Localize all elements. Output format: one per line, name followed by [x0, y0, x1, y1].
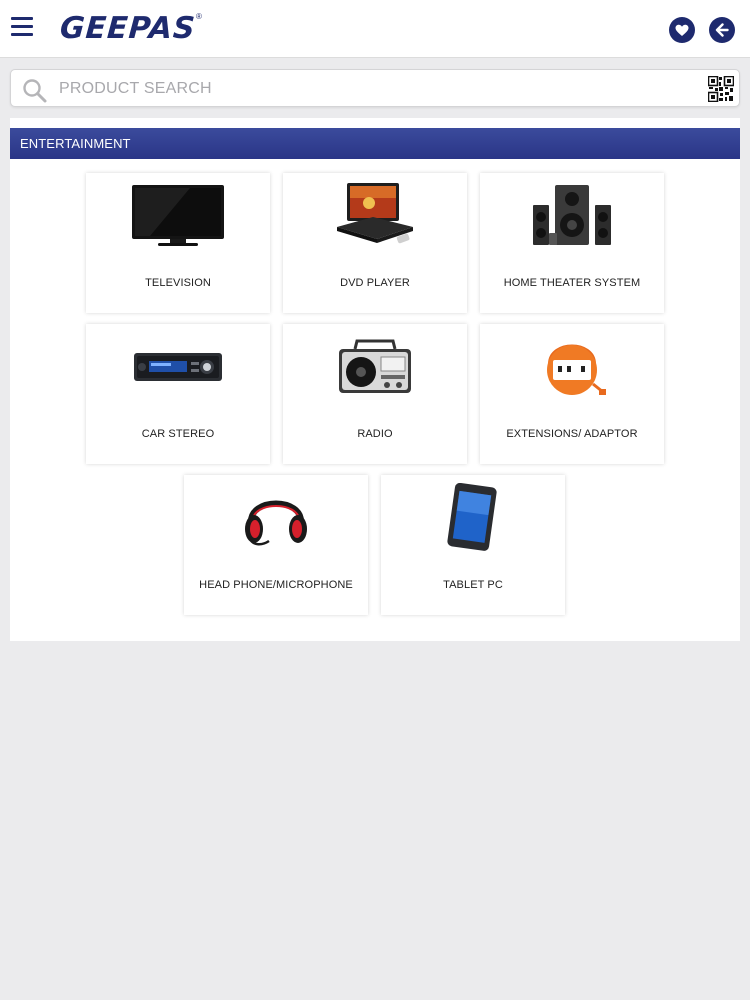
registered-mark: ®: [196, 12, 202, 21]
category-card-headphone-microphone[interactable]: HEAD PHONE/MICROPHONE: [184, 475, 368, 615]
category-card-television[interactable]: TELEVISION: [86, 173, 270, 313]
headphone-icon: [224, 481, 328, 555]
hamburger-menu-icon[interactable]: [11, 17, 33, 37]
dvd-player-icon: [323, 179, 427, 253]
arrow-left-icon: [715, 23, 729, 37]
category-label: EXTENSIONS/ ADAPTOR: [506, 428, 638, 440]
category-card-radio[interactable]: RADIO: [283, 324, 467, 464]
favorites-button[interactable]: [669, 17, 695, 43]
back-button[interactable]: [709, 17, 735, 43]
category-label: RADIO: [357, 428, 393, 440]
category-label: DVD PLAYER: [340, 277, 410, 289]
qr-code-icon[interactable]: [708, 76, 734, 102]
heart-icon: [675, 24, 689, 36]
search-bar: [10, 69, 740, 107]
category-label: TELEVISION: [145, 277, 211, 289]
search-icon: [23, 79, 47, 103]
category-panel: ENTERTAINMENT TELEVISION DVD PLAYER HOME…: [10, 118, 740, 641]
radio-icon: [323, 330, 427, 404]
car-stereo-icon: [126, 330, 230, 404]
category-card-car-stereo[interactable]: CAR STEREO: [86, 324, 270, 464]
brand-logo[interactable]: GEEPAS: [59, 11, 197, 46]
app-header: GEEPAS ®: [0, 0, 750, 58]
category-label: HOME THEATER SYSTEM: [503, 277, 641, 289]
television-icon: [126, 179, 230, 253]
tablet-icon: [421, 481, 525, 555]
category-label: TABLET PC: [443, 579, 503, 591]
category-label: HEAD PHONE/MICROPHONE: [199, 579, 353, 591]
category-card-home-theater[interactable]: HOME THEATER SYSTEM: [480, 173, 664, 313]
category-label: CAR STEREO: [141, 428, 215, 440]
category-card-tablet-pc[interactable]: TABLET PC: [381, 475, 565, 615]
section-header: ENTERTAINMENT: [10, 128, 740, 159]
category-card-dvd-player[interactable]: DVD PLAYER: [283, 173, 467, 313]
extension-reel-icon: [520, 330, 624, 404]
search-input[interactable]: [59, 76, 659, 102]
home-theater-icon: [520, 179, 624, 253]
category-card-extensions-adaptor[interactable]: EXTENSIONS/ ADAPTOR: [480, 324, 664, 464]
